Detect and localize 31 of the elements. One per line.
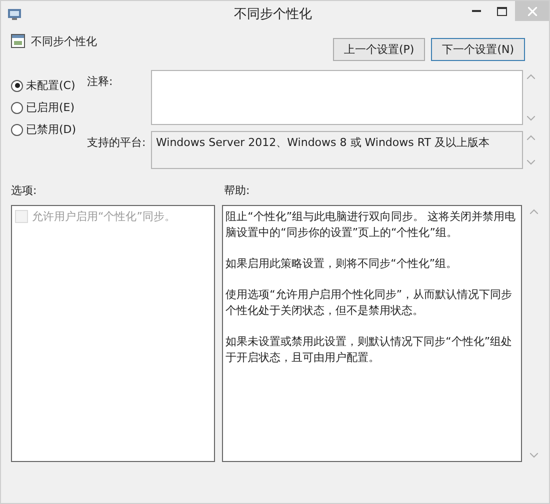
radio-label[interactable]: 已启用(E) (26, 100, 75, 115)
platform-text: Windows Server 2012、Windows 8 或 Windows RT 及以上版本 (156, 136, 490, 149)
policy-name: 不同步个性化 (31, 34, 98, 49)
previous-setting-button[interactable]: 上一个设置(P) (332, 38, 426, 61)
radio-label[interactable]: 未配置(C) (26, 78, 76, 93)
help-paragraph: 阻止“个性化”组与此电脑进行双向同步。 这将关闭并禁用电脑设置中的“同步你的设置”页上的“个性化”组。 (226, 209, 517, 241)
minimize-icon (472, 10, 480, 12)
platform-label: 支持的平台: (87, 135, 147, 151)
help-paragraph: 如果启用此策略设置，则将不同步“个性化”组。 (226, 256, 458, 272)
maximize-icon (497, 6, 507, 16)
app-icon (7, 6, 23, 20)
help-paragraph: 使用选项“允许用户启用个性化同步”，从而默认情况下同步个性化处于关闭状态，但不是禁用状态。 (226, 287, 514, 319)
policy-icon (11, 34, 25, 48)
radio-label[interactable]: 已禁用(D) (26, 122, 76, 137)
help-paragraph: 如果未设置或禁用此设置，则默认情况下同步“个性化”组处于开启状态，且可由用户配置。 (226, 334, 514, 366)
close-icon (528, 6, 536, 16)
scroll-up-icon[interactable] (527, 135, 535, 140)
scroll-down-icon[interactable] (527, 160, 535, 165)
radio-button[interactable] (11, 102, 23, 114)
scroll-down-icon[interactable] (527, 116, 535, 121)
help-label: 帮助: (224, 183, 250, 199)
comment-field[interactable] (151, 70, 523, 125)
comment-label: 注释: (87, 74, 114, 90)
radio-button[interactable] (11, 124, 23, 136)
scroll-up-icon[interactable] (527, 74, 535, 79)
scroll-up-icon[interactable] (530, 209, 538, 214)
radio-button[interactable] (11, 80, 23, 92)
next-setting-button[interactable]: 下一个设置(N) (431, 38, 525, 61)
scroll-down-icon[interactable] (530, 453, 538, 458)
options-label: 选项: (11, 183, 38, 199)
window-title: 不同步个性化 (233, 6, 313, 22)
